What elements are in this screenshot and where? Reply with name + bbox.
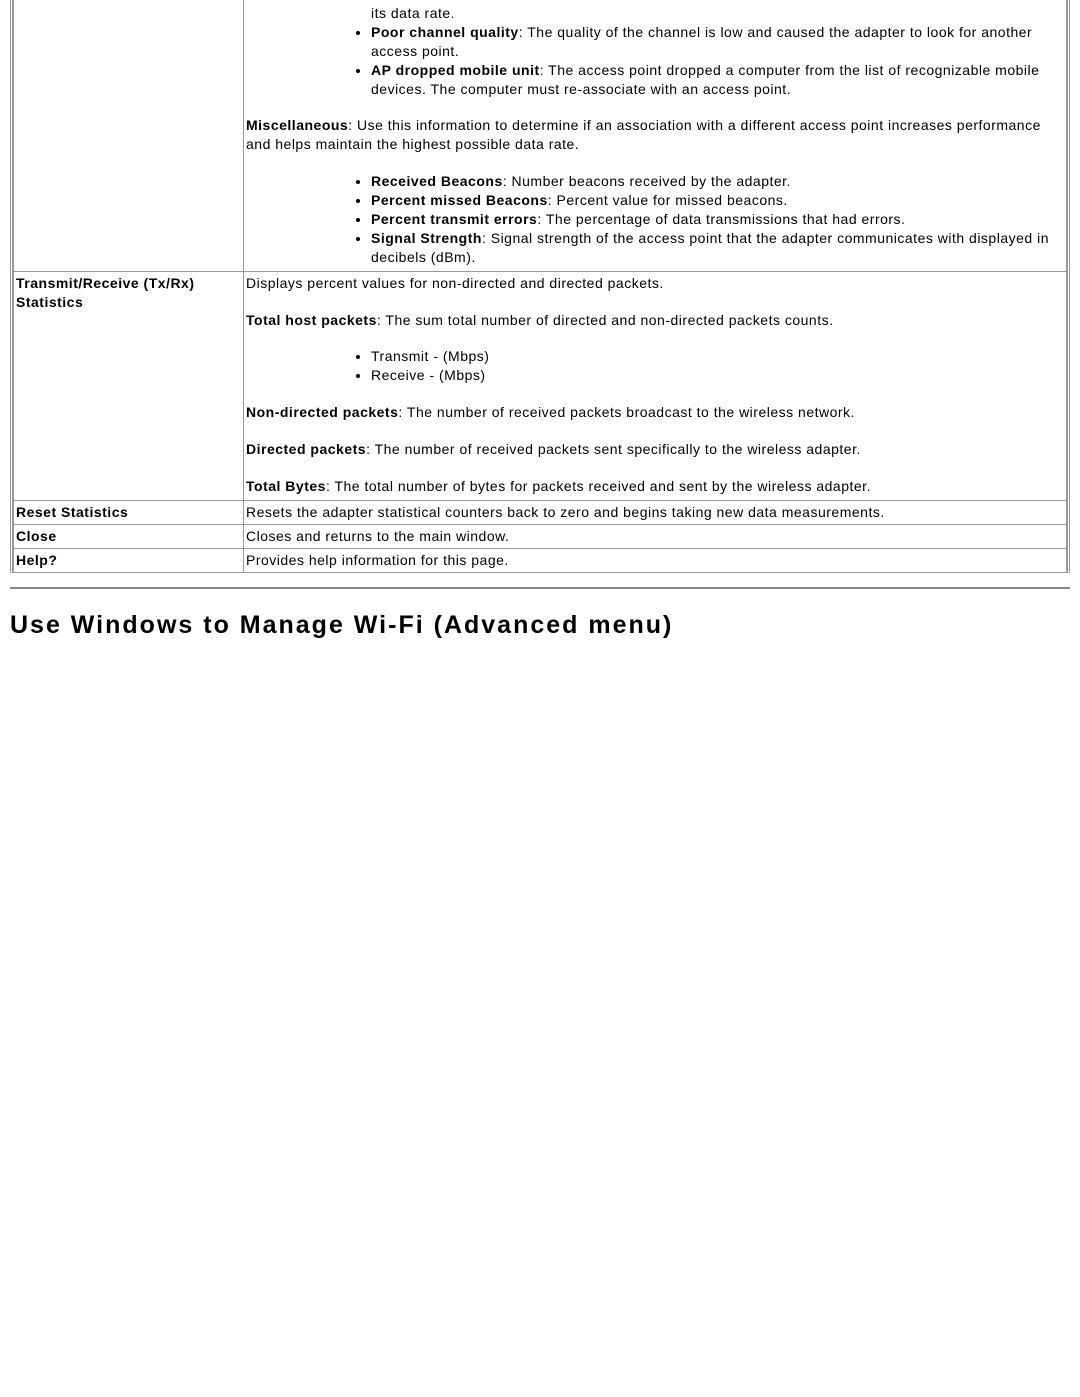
tb-text: : The total number of bytes for packets … [326,478,871,494]
list-item: Signal Strength: Signal strength of the … [371,229,1064,267]
item-label: Signal Strength [371,230,482,246]
content-frame: its data rate. Poor channel quality: The… [10,0,1070,573]
tb-label: Total Bytes [246,478,326,494]
item-label: Received Beacons [371,173,503,189]
item-label: AP dropped mobile unit [371,62,540,78]
item-label: Poor channel quality [371,24,519,40]
desc-cell: Displays percent values for non-directed… [244,271,1067,500]
item-label: Percent missed Beacons [371,192,548,208]
dp-label: Directed packets [246,441,366,457]
bullet-list: Transmit - (Mbps) Receive - (Mbps) [246,347,1064,385]
bullet-list: Received Beacons: Number beacons receive… [246,172,1064,266]
paragraph: Total Bytes: The total number of bytes f… [246,477,1064,496]
paragraph: Miscellaneous: Use this information to d… [246,116,1064,154]
bullet-list: its data rate. Poor channel quality: The… [246,4,1064,98]
thp-text: : The sum total number of directed and n… [377,312,834,328]
desc-cell: Resets the adapter statistical counters … [244,500,1067,524]
item-text: : The percentage of data transmissions t… [537,211,905,227]
item-label: Percent transmit errors [371,211,537,227]
list-item: Receive - (Mbps) [371,366,1064,385]
paragraph: Directed packets: The number of received… [246,440,1064,459]
table-row: Reset Statistics Resets the adapter stat… [14,500,1067,524]
ndp-text: : The number of received packets broadca… [398,404,855,420]
item-text: : Number beacons received by the adapter… [503,173,791,189]
table-row: Help? Provides help information for this… [14,548,1067,572]
term-cell: Reset Statistics [14,500,244,524]
misc-text: : Use this information to determine if a… [246,117,1041,152]
term-cell: Close [14,524,244,548]
list-item: Percent transmit errors: The percentage … [371,210,1064,229]
desc-cell: Closes and returns to the main window. [244,524,1067,548]
intro-text: Displays percent values for non-directed… [246,274,1064,293]
paragraph: Total host packets: The sum total number… [246,311,1064,330]
dp-text: : The number of received packets sent sp… [366,441,861,457]
list-item: its data rate. [371,4,1064,23]
table-row: its data rate. Poor channel quality: The… [14,0,1067,271]
desc-cell: its data rate. Poor channel quality: The… [244,0,1067,271]
table-row: Transmit/Receive (Tx/Rx) Statistics Disp… [14,271,1067,500]
term-cell: Help? [14,548,244,572]
term-cell [14,0,244,271]
list-item: Poor channel quality: The quality of the… [371,23,1064,61]
table-row: Close Closes and returns to the main win… [14,524,1067,548]
term-cell: Transmit/Receive (Tx/Rx) Statistics [14,271,244,500]
misc-label: Miscellaneous [246,117,348,133]
paragraph: Non-directed packets: The number of rece… [246,403,1064,422]
list-item: Percent missed Beacons: Percent value fo… [371,191,1064,210]
section-heading: Use Windows to Manage Wi-Fi (Advanced me… [10,611,1070,640]
desc-cell: Provides help information for this page. [244,548,1067,572]
ndp-label: Non-directed packets [246,404,398,420]
list-item: Received Beacons: Number beacons receive… [371,172,1064,191]
list-item: AP dropped mobile unit: The access point… [371,61,1064,99]
section-divider [10,587,1070,589]
list-item: Transmit - (Mbps) [371,347,1064,366]
item-text: : Percent value for missed beacons. [548,192,788,208]
definitions-table: its data rate. Poor channel quality: The… [13,0,1067,573]
thp-label: Total host packets [246,312,377,328]
